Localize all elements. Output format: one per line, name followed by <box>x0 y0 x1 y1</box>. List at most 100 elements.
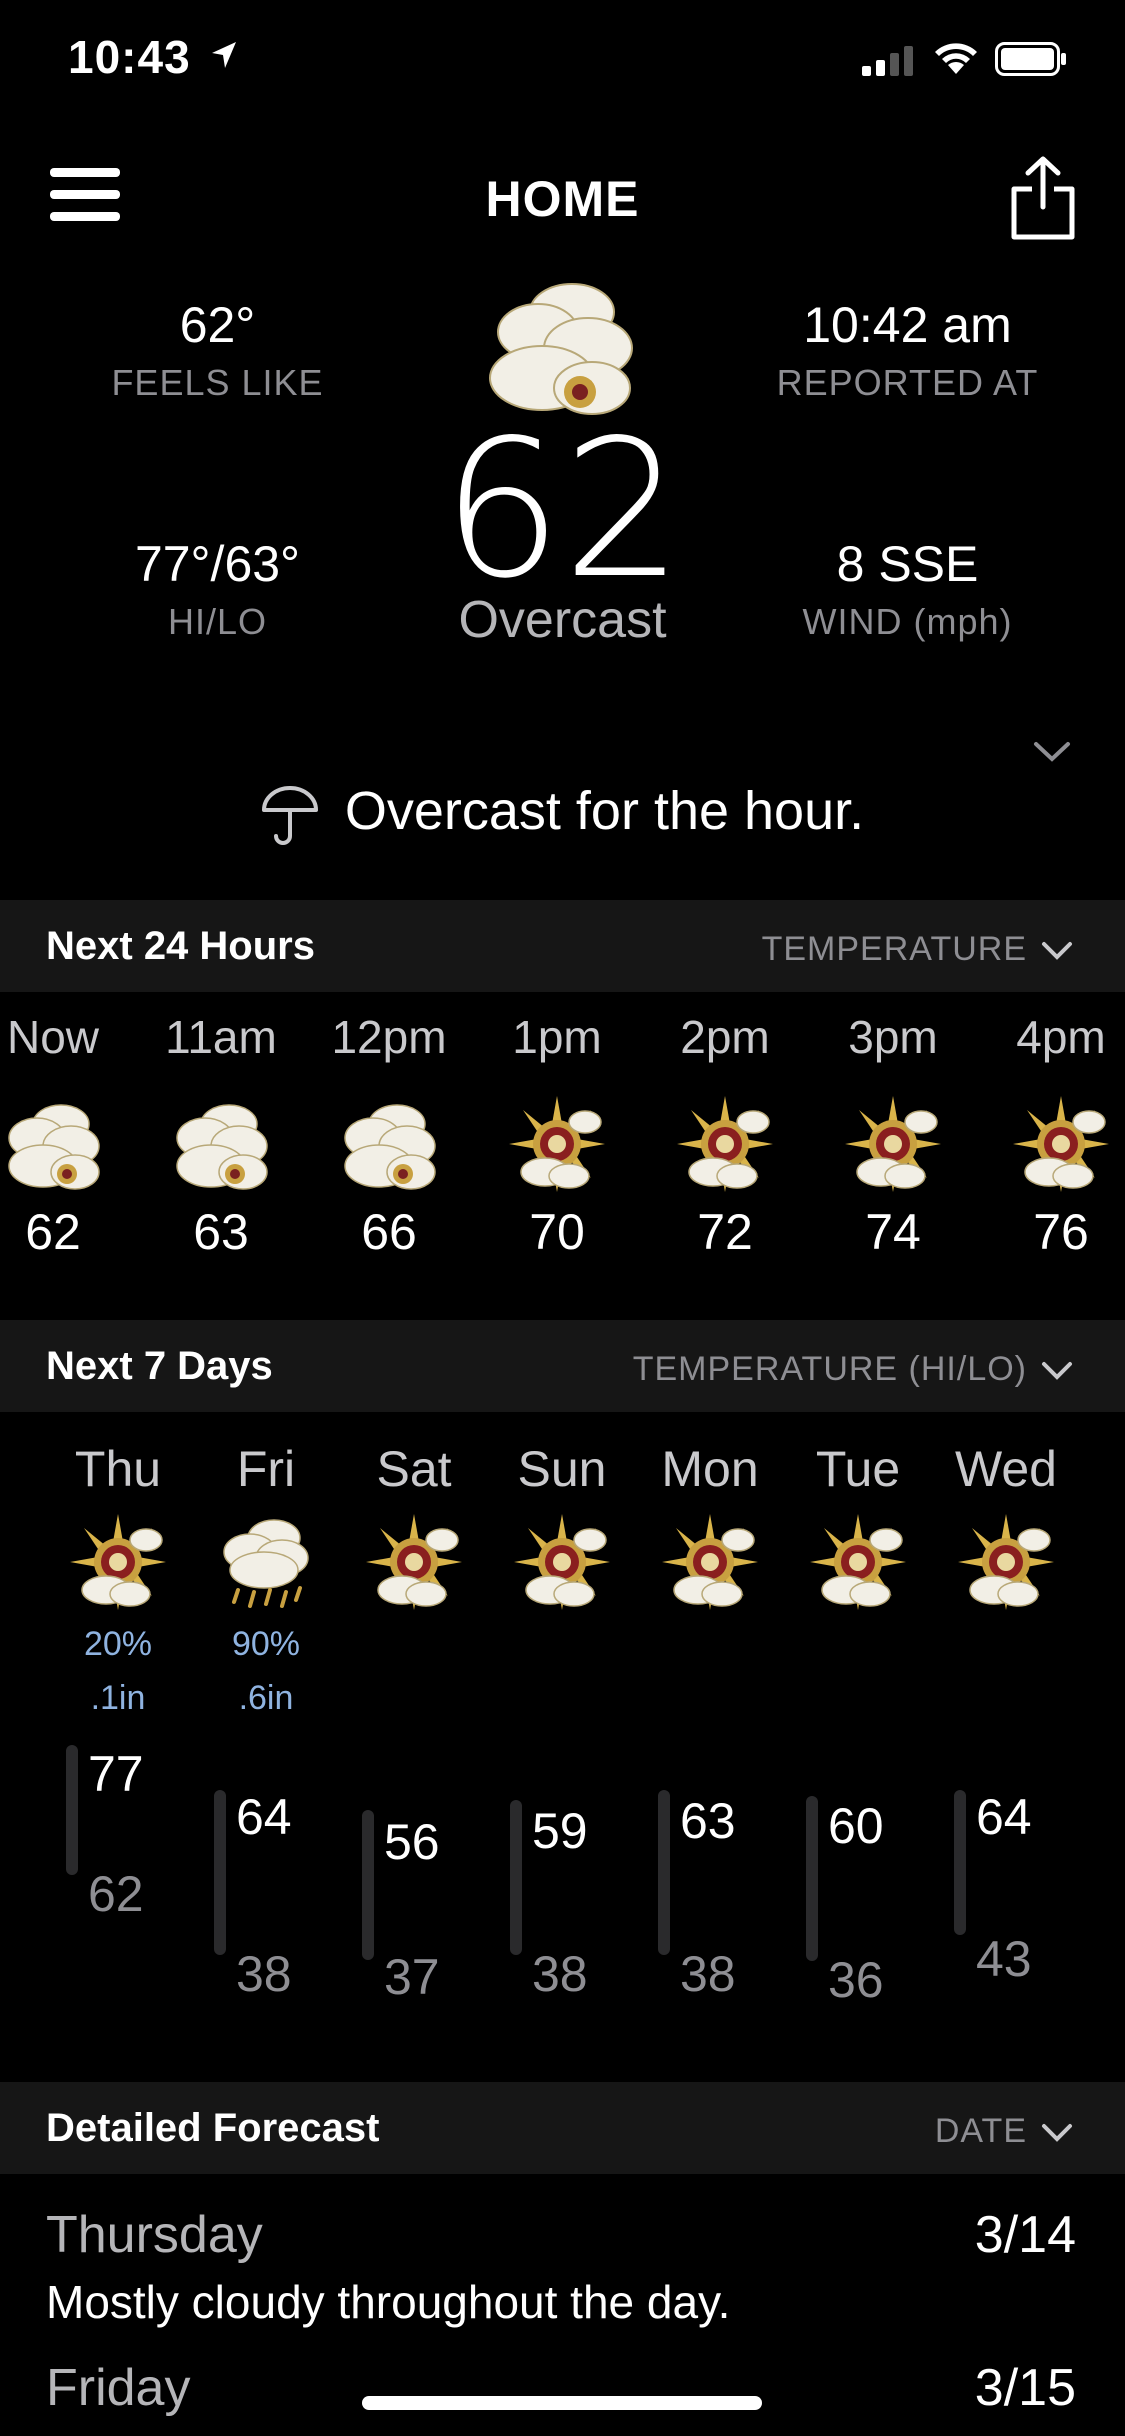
feels-like: 62° FEELS LIKE <box>75 296 360 404</box>
hour-temp: 76 <box>1033 1204 1089 1260</box>
hour-item: 4pm 76 <box>976 1010 1125 1261</box>
daily-section-title: Next 7 Days <box>46 1344 273 1388</box>
hourly-section-title: Next 24 Hours <box>46 924 315 968</box>
reported-label: REPORTED AT <box>776 362 1039 403</box>
battery-icon <box>995 42 1066 76</box>
hour-item: 1pm 70 <box>472 1010 642 1261</box>
hourly-selector-label: TEMPERATURE <box>761 930 1027 968</box>
day-name: Mon <box>661 1441 759 1497</box>
day-hi: 64 <box>236 1789 292 1845</box>
hour-time: 12pm <box>331 1011 447 1063</box>
day-hi: 60 <box>828 1798 884 1854</box>
cloud-icon <box>489 283 633 415</box>
day-lo: 36 <box>828 1952 884 2008</box>
day-item: Tue <box>783 1440 933 1617</box>
hour-time: 1pm <box>512 1011 602 1063</box>
status-time: 10:43 <box>68 31 191 83</box>
chevron-down-icon <box>1042 1362 1072 1380</box>
temp-range-bar <box>362 1810 374 1960</box>
forecast-day: Thursday <box>46 2206 263 2264</box>
hour-temp: 72 <box>697 1204 753 1260</box>
hour-temp: 74 <box>865 1204 921 1260</box>
partly-cloudy-icon <box>956 1512 1056 1612</box>
partly-cloudy-icon <box>364 1512 464 1612</box>
temp-range-bar <box>954 1790 966 1935</box>
reported-at: 10:42 am REPORTED AT <box>765 296 1050 404</box>
hour-temp: 63 <box>193 1204 249 1260</box>
temp-range-bar <box>510 1800 522 1955</box>
hour-time: 2pm <box>680 1011 770 1063</box>
precip-chance: 90% <box>231 1625 301 1663</box>
detailed-selector[interactable]: DATE <box>935 2112 1073 2151</box>
hour-item: 11am 63 <box>136 1010 306 1261</box>
status-bar: 10:43 <box>0 0 1125 120</box>
detailed-section-title: Detailed Forecast <box>46 2106 380 2150</box>
day-hi: 64 <box>976 1789 1032 1845</box>
day-item: Sat <box>339 1440 489 1617</box>
partly-cloudy-icon <box>68 1512 168 1612</box>
hour-time: 3pm <box>848 1011 938 1063</box>
chevron-down-icon <box>1042 2124 1072 2142</box>
day-hi: 56 <box>384 1814 440 1870</box>
home-indicator <box>362 2396 762 2410</box>
daily-selector[interactable]: TEMPERATURE (HI/LO) <box>633 1350 1073 1389</box>
partly-cloudy-icon <box>675 1094 775 1194</box>
hourly-forecast: Now 62 11am 63 12pm 66 1pm 70 2pm 72 3pm… <box>0 1010 1125 1310</box>
precip-amount: .6in <box>238 1679 294 1717</box>
hour-time: Now <box>6 1011 100 1063</box>
wifi-icon <box>935 43 977 74</box>
hour-item: 2pm 72 <box>640 1010 810 1261</box>
temp-range-bar <box>214 1790 226 1955</box>
hour-temp: 66 <box>361 1204 417 1260</box>
hourly-selector[interactable]: TEMPERATURE <box>762 930 1073 969</box>
hour-temp: 62 <box>25 1204 81 1260</box>
day-lo: 38 <box>236 1946 292 2002</box>
detailed-section-header: Detailed Forecast DATE <box>0 2082 1125 2174</box>
day-item: Mon <box>635 1440 785 1617</box>
cloud-icon <box>339 1094 439 1194</box>
partly-cloudy-icon <box>808 1512 908 1612</box>
hour-temp: 70 <box>529 1204 585 1260</box>
forecast-row[interactable]: Thursday 3/14 <box>46 2205 1076 2265</box>
temp-range-bar <box>658 1790 670 1955</box>
forecast-date: 3/14 <box>974 2206 1076 2264</box>
daily-forecast: Thu 20% .1in Fri 90% .6in Sat Sun Mon Tu… <box>0 1440 1125 2040</box>
temp-range-bar <box>66 1745 78 1875</box>
day-name: Wed <box>955 1441 1057 1497</box>
chevron-down-icon <box>1042 942 1072 960</box>
detailed-selector-label: DATE <box>934 2112 1027 2150</box>
cloud-icon <box>3 1094 103 1194</box>
daily-section-header: Next 7 Days TEMPERATURE (HI/LO) <box>0 1320 1125 1412</box>
cloud-icon <box>171 1094 271 1194</box>
hour-item: Now 62 <box>0 1010 138 1261</box>
forecast-text: Mostly cloudy throughout the day. <box>46 2276 731 2328</box>
forecast-date: 3/15 <box>974 2359 1076 2417</box>
hour-time: 11am <box>165 1011 277 1063</box>
day-lo: 38 <box>680 1946 736 2002</box>
hour-summary-text: Overcast for the hour. <box>344 781 865 841</box>
hour-item: 12pm 66 <box>304 1010 474 1261</box>
feels-like-value: 62° <box>179 297 256 353</box>
day-lo: 38 <box>532 1946 588 2002</box>
hour-item: 3pm 74 <box>808 1010 978 1261</box>
day-name: Sat <box>376 1441 452 1497</box>
cellular-signal-icon <box>862 46 913 76</box>
page-title: HOME <box>485 171 640 227</box>
current-temperature: 62 <box>441 399 684 620</box>
share-icon[interactable] <box>1010 155 1076 241</box>
rain-icon <box>216 1512 316 1612</box>
day-hi: 77 <box>88 1746 144 1802</box>
current-condition: Overcast <box>458 591 667 649</box>
day-name: Sun <box>517 1441 607 1497</box>
hour-summary: Overcast for the hour. <box>0 780 1125 846</box>
partly-cloudy-icon <box>507 1094 607 1194</box>
day-name: Fri <box>236 1441 296 1497</box>
chevron-down-icon[interactable] <box>1032 740 1072 764</box>
temp-range-bar <box>806 1796 818 1961</box>
day-hi: 59 <box>532 1803 588 1859</box>
day-lo: 43 <box>976 1931 1032 1987</box>
umbrella-icon <box>261 785 318 845</box>
partly-cloudy-icon <box>660 1512 760 1612</box>
location-arrow-icon <box>212 42 236 68</box>
day-name: Tue <box>815 1441 901 1497</box>
